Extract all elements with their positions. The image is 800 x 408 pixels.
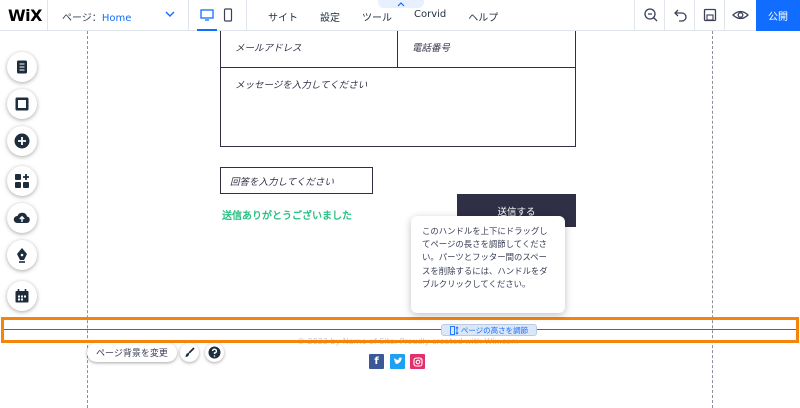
editor-top-bar: WiX ページ：Home サイト 設定 ツール Corvid ヘルプ 公開: [0, 0, 800, 31]
twitter-icon[interactable]: [390, 354, 405, 369]
menu-item-corvid[interactable]: Corvid: [414, 9, 446, 24]
facebook-icon[interactable]: f: [369, 354, 384, 369]
message-placeholder: メッセージを入力してください: [235, 80, 368, 91]
main-menu: サイト 設定 ツール Corvid ヘルプ: [268, 9, 520, 24]
answer-placeholder: 回答を入力してください: [230, 177, 334, 188]
wix-logo: WiX: [8, 6, 42, 25]
preview-button[interactable]: [732, 7, 749, 27]
pages-menu-button[interactable]: [7, 52, 37, 82]
divider: [664, 0, 665, 31]
page-selector-label: ページ：: [62, 13, 102, 24]
resize-handle-tooltip: このハンドルを上下にドラッグしてページの長さを調節してください。パーツとフッター…: [411, 216, 565, 313]
page-selector[interactable]: ページ：Home: [62, 9, 131, 24]
media-upload-button[interactable]: [7, 203, 37, 233]
right-gridline: [712, 31, 713, 408]
phone-field[interactable]: 電話番号: [397, 26, 576, 68]
divider: [694, 0, 695, 31]
page-icon: [17, 60, 27, 74]
divider: [246, 0, 247, 31]
undo-button[interactable]: [672, 7, 688, 27]
twitter-bird-icon: [393, 357, 402, 365]
desktop-view-button[interactable]: [197, 7, 217, 31]
answer-field[interactable]: 回答を入力してください: [220, 167, 373, 194]
menu-item-site[interactable]: サイト: [268, 9, 298, 24]
page-height-handle-label: ページの高さを調節: [460, 325, 529, 335]
design-button[interactable]: [180, 343, 199, 362]
background-button[interactable]: [7, 89, 37, 119]
menu-item-settings[interactable]: 設定: [320, 9, 340, 24]
page-selector-value: Home: [101, 13, 132, 24]
message-field[interactable]: メッセージを入力してください: [220, 67, 576, 147]
add-apps-button[interactable]: [7, 166, 37, 196]
save-button[interactable]: [702, 7, 718, 27]
pen-nib-icon: [17, 248, 27, 263]
divider: [188, 0, 189, 31]
mobile-view-button[interactable]: [222, 7, 234, 26]
plus-icon: [14, 133, 30, 149]
zoom-button[interactable]: [643, 7, 659, 27]
mobile-icon: [223, 8, 233, 22]
eye-icon: [732, 10, 749, 20]
square-icon: [15, 97, 29, 111]
email-placeholder: メールアドレス: [235, 43, 302, 54]
question-icon: [208, 346, 221, 359]
divider: [634, 0, 635, 31]
zoom-icon: [644, 8, 658, 22]
divider: [724, 0, 725, 31]
blog-button[interactable]: [7, 240, 37, 270]
divider: [47, 0, 48, 31]
collapse-topbar-button[interactable]: [378, 0, 424, 8]
page-height-handle[interactable]: ページの高さを調節: [441, 324, 537, 336]
add-elements-button[interactable]: [7, 126, 37, 156]
chevron-up-icon: [397, 2, 405, 7]
menu-item-help[interactable]: ヘルプ: [468, 9, 498, 24]
cloud-upload-icon: [13, 212, 30, 223]
calendar-icon: [15, 289, 29, 303]
resize-vertical-icon: [449, 325, 459, 335]
help-button[interactable]: [205, 343, 224, 362]
email-field[interactable]: メールアドレス: [220, 26, 398, 68]
success-message: 送信ありがとうございました: [222, 211, 352, 222]
desktop-icon: [200, 9, 214, 21]
camera-icon: [412, 356, 423, 367]
bookings-button[interactable]: [7, 281, 37, 311]
chevron-down-icon[interactable]: [164, 8, 176, 20]
change-background-button[interactable]: ページ背景を変更: [87, 343, 177, 362]
page-height-resize-area[interactable]: [1, 317, 799, 343]
instagram-icon[interactable]: [410, 354, 425, 369]
publish-button[interactable]: 公開: [756, 0, 800, 31]
brush-icon: [185, 347, 195, 357]
page-bottom-line: [4, 329, 796, 330]
phone-placeholder: 電話番号: [412, 43, 451, 54]
apps-icon: [15, 174, 29, 188]
save-icon: [703, 8, 717, 22]
menu-item-tools[interactable]: ツール: [362, 9, 392, 24]
undo-icon: [674, 9, 687, 22]
